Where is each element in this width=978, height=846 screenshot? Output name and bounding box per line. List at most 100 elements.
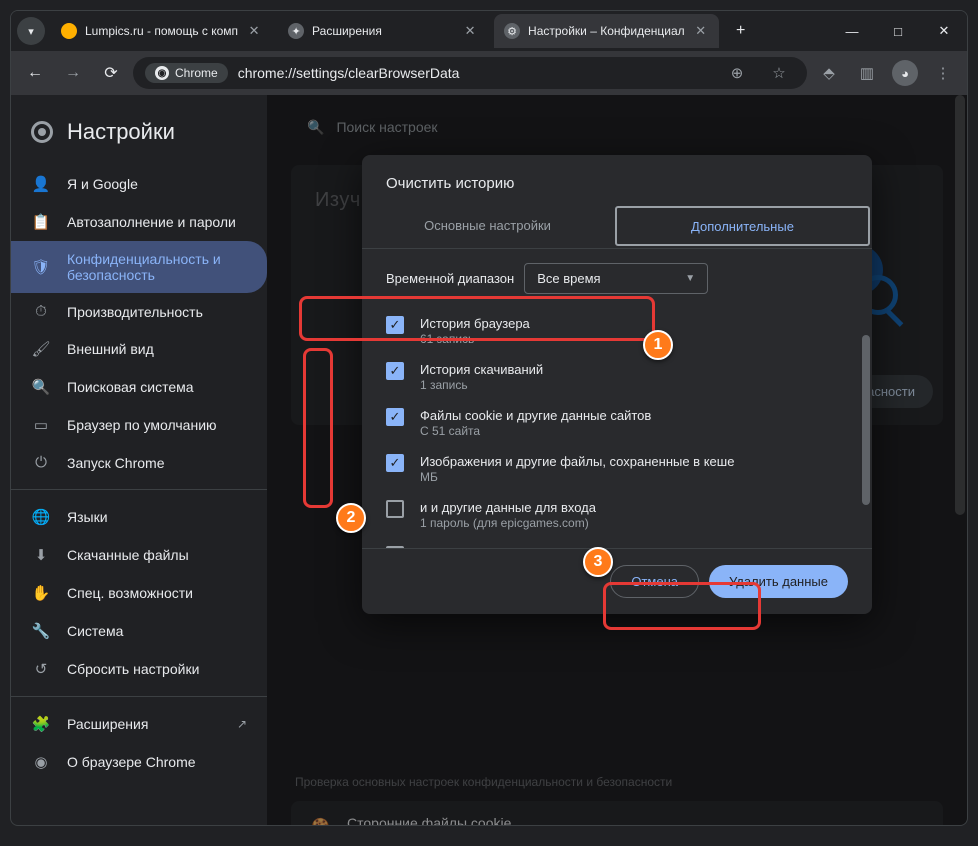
- sidebar-label: Спец. возможности: [67, 585, 193, 601]
- profile-button[interactable]: ◕: [889, 57, 921, 89]
- sidebar-item[interactable]: ▭Браузер по умолчанию: [11, 406, 267, 444]
- tab-lumpics[interactable]: Lumpics.ru - помощь с комп ✕: [51, 14, 272, 48]
- window-maximize[interactable]: □: [875, 11, 921, 51]
- chrome-logo-icon: [31, 121, 53, 143]
- new-tab-button[interactable]: +: [727, 17, 755, 45]
- delete-data-button[interactable]: Удалить данные: [709, 565, 848, 598]
- omnibox[interactable]: ◉Chrome chrome://settings/clearBrowserDa…: [133, 57, 807, 89]
- timerange-value: Все время: [537, 271, 600, 286]
- sidebar-item[interactable]: ◉ О браузере Chrome: [11, 743, 267, 781]
- sidebar-label: Поисковая система: [67, 379, 194, 395]
- sidebar-label: О браузере Chrome: [67, 754, 196, 770]
- checkbox[interactable]: ✓: [386, 362, 404, 380]
- sidebar-item[interactable]: 📋Автозаполнение и пароли: [11, 203, 267, 241]
- tab-extensions[interactable]: ✦ Расширения ✕: [278, 14, 488, 48]
- sidebar-item[interactable]: 🔧 Система: [11, 612, 267, 650]
- settings-main: 🔍 Поиск настроек Изучите руководство про…: [267, 95, 967, 825]
- checkbox[interactable]: [386, 500, 404, 518]
- sidebar-item[interactable]: 🛡 Конфиденциальность и безопасность: [11, 241, 267, 293]
- power-icon: ⏻: [31, 454, 51, 471]
- sidebar-label: Сбросить настройки: [67, 661, 199, 677]
- check-title: История браузера: [420, 316, 530, 331]
- titlebar: ▾ Lumpics.ru - помощь с комп ✕ ✦ Расшире…: [11, 11, 967, 51]
- extensions-icon[interactable]: ⬘: [813, 57, 845, 89]
- toolbar: ← → ⟳ ◉Chrome chrome://settings/clearBro…: [11, 51, 967, 95]
- close-icon[interactable]: ✕: [246, 23, 262, 39]
- search-in-page-icon[interactable]: ⊕: [721, 57, 753, 89]
- shield-icon: 🛡: [31, 258, 51, 276]
- sidebar-item[interactable]: ✋ Спец. возможности: [11, 574, 267, 612]
- tab-dropdown-chevron[interactable]: ▾: [17, 17, 45, 45]
- sidebar-label: Конфиденциальность и безопасность: [67, 251, 247, 283]
- favicon-settings: ⚙: [504, 23, 520, 39]
- check-title: История скачиваний: [420, 362, 543, 377]
- sidebar-label: Расширения: [67, 716, 148, 732]
- tab-settings[interactable]: ⚙ Настройки – Конфиденциал ✕: [494, 14, 719, 48]
- settings-sidebar: Настройки 👤 Я и Google 📋Автозаполнение и п…: [11, 95, 267, 825]
- forward-button[interactable]: →: [57, 57, 89, 89]
- favicon-extensions: ✦: [288, 23, 304, 39]
- check-subtitle: МБ: [420, 470, 734, 484]
- chevron-down-icon: ▼: [685, 273, 695, 284]
- checkbox[interactable]: [386, 546, 404, 548]
- checklist-item: Данные для автозаполнения: [386, 538, 848, 548]
- checklist-item: ✓ История скачиваний1 запись: [386, 354, 848, 400]
- access-icon: ✋: [31, 584, 51, 602]
- checkbox[interactable]: ✓: [386, 454, 404, 472]
- chrome-chip: ◉Chrome: [145, 63, 228, 83]
- check-title: Изображения и другие файлы, сохраненные …: [420, 454, 734, 469]
- window-minimize[interactable]: ―: [829, 11, 875, 51]
- tab-title: Lumpics.ru - помощь с комп: [85, 24, 238, 38]
- wrench-icon: 🔧: [31, 622, 51, 640]
- sidebar-item[interactable]: ↺Сбросить настройки: [11, 650, 267, 688]
- tab-title: Настройки – Конфиденциал: [528, 24, 685, 38]
- sidebar-item[interactable]: 🌐 Языки: [11, 498, 267, 536]
- checkbox[interactable]: ✓: [386, 408, 404, 426]
- check-title: Данные для автозаполнения: [420, 546, 594, 548]
- tab-advanced[interactable]: Дополнительные: [615, 206, 870, 246]
- window-close[interactable]: ✕: [921, 11, 967, 51]
- check-subtitle: 1 пароль (для epicgames.com): [420, 516, 596, 530]
- tab-title: Расширения: [312, 24, 454, 38]
- back-button[interactable]: ←: [19, 57, 51, 89]
- download-icon: ⬇: [31, 546, 51, 564]
- globe-icon: 🌐: [31, 508, 51, 526]
- close-icon[interactable]: ✕: [693, 23, 709, 39]
- checklist-item: ✓ Изображения и другие файлы, сохраненные…: [386, 446, 848, 492]
- menu-button[interactable]: ⋮: [927, 57, 959, 89]
- search-icon: 🔍: [31, 378, 51, 396]
- sidebar-item[interactable]: ⏱Производительность: [11, 293, 267, 330]
- window-icon: ▭: [31, 416, 51, 434]
- checklist-item: ✓История браузера61 запись: [386, 308, 848, 354]
- checkbox[interactable]: ✓: [386, 316, 404, 334]
- chrome-icon: ◉: [155, 66, 169, 80]
- bookmark-icon[interactable]: ☆: [763, 57, 795, 89]
- cancel-button[interactable]: Отмена: [610, 565, 699, 598]
- sidebar-label: Внешний вид: [67, 341, 154, 357]
- person-icon: 👤: [31, 175, 51, 193]
- close-icon[interactable]: ✕: [462, 23, 478, 39]
- sidebar-label: Скачанные файлы: [67, 547, 189, 563]
- sidebar-item[interactable]: 🧩Расширения↗: [11, 705, 267, 743]
- checklist-item: ✓Файлы cookie и другие данные сайтовС 51…: [386, 400, 848, 446]
- sidebar-item[interactable]: 👤 Я и Google: [11, 165, 267, 203]
- sidebar-label: Система: [67, 623, 123, 639]
- checklist-item: и и другие данные для входа1 пароль (для…: [386, 492, 848, 538]
- check-subtitle: 1 запись: [420, 378, 543, 392]
- dialog-scrollbar[interactable]: [862, 335, 870, 540]
- sidebar-item[interactable]: 🔍 Поисковая система: [11, 368, 267, 406]
- sidebar-item[interactable]: 🖌Внешний вид: [11, 330, 267, 368]
- reload-button[interactable]: ⟳: [95, 57, 127, 89]
- dialog-title: Очистить историю: [362, 155, 872, 204]
- side-panel-icon[interactable]: ▥: [851, 57, 883, 89]
- settings-title: Настройки: [67, 119, 175, 145]
- sidebar-label: Я и Google: [67, 176, 138, 192]
- sidebar-label: Автозаполнение и пароли: [67, 214, 236, 230]
- sidebar-item[interactable]: ⏻Запуск Chrome: [11, 444, 267, 481]
- chrome-icon: ◉: [31, 753, 51, 771]
- sidebar-item[interactable]: ⬇ Скачанные файлы: [11, 536, 267, 574]
- tab-basic[interactable]: Основные настройки: [362, 204, 613, 248]
- timerange-select[interactable]: Все время ▼: [524, 263, 708, 294]
- external-link-icon: ↗: [237, 717, 247, 731]
- sidebar-label: Языки: [67, 509, 108, 525]
